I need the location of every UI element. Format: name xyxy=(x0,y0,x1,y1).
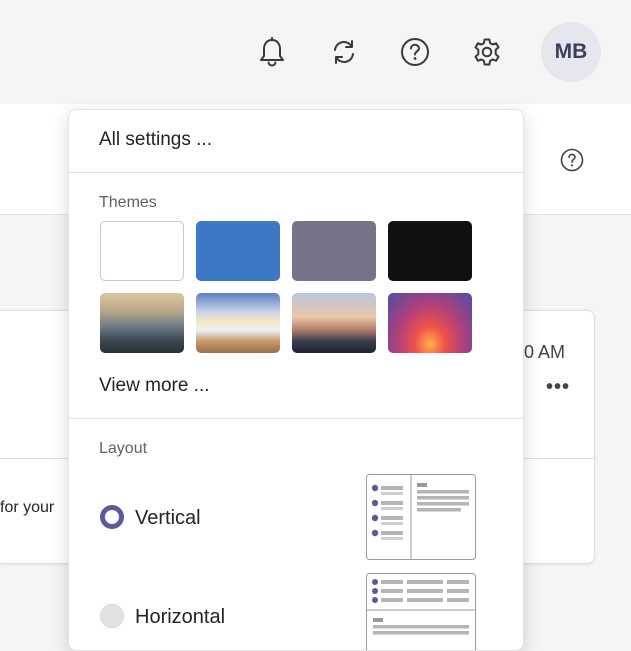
help-button[interactable] xyxy=(397,34,433,70)
sync-button[interactable] xyxy=(326,34,362,70)
avatar-initials: MB xyxy=(555,40,588,64)
layout-heading: Layout xyxy=(99,440,147,458)
theme-swatch-city[interactable] xyxy=(292,293,376,353)
message-time: 0 AM xyxy=(524,342,565,363)
theme-swatch-black[interactable] xyxy=(388,221,472,281)
bell-icon xyxy=(258,37,286,67)
layout-radio-horizontal[interactable] xyxy=(100,604,124,628)
theme-swatch-blue[interactable] xyxy=(196,221,280,281)
help-icon xyxy=(400,37,430,67)
layout-option-horizontal-label[interactable]: Horizontal xyxy=(135,606,225,629)
sync-icon xyxy=(330,38,358,66)
settings-button[interactable] xyxy=(469,34,505,70)
divider xyxy=(69,418,523,419)
message-snippet: for your xyxy=(0,499,54,517)
theme-swatch-white[interactable] xyxy=(100,221,184,281)
theme-swatch-mountains[interactable] xyxy=(100,293,184,353)
more-options-button[interactable]: ••• xyxy=(546,376,570,399)
divider xyxy=(69,172,523,173)
all-settings-link[interactable]: All settings ... xyxy=(99,129,212,151)
theme-swatch-beach[interactable] xyxy=(196,293,280,353)
themes-heading: Themes xyxy=(99,194,157,212)
notifications-button[interactable] xyxy=(254,34,290,70)
theme-swatch-gray[interactable] xyxy=(292,221,376,281)
top-bar: MB xyxy=(0,0,631,104)
horizontal-layout-preview[interactable] xyxy=(366,573,476,651)
layout-option-vertical-label[interactable]: Vertical xyxy=(135,507,201,530)
vertical-layout-preview[interactable] xyxy=(366,474,476,560)
theme-swatch-sunset[interactable] xyxy=(388,293,472,353)
avatar[interactable]: MB xyxy=(541,22,601,82)
settings-dropdown: All settings ... Themes View more ... La… xyxy=(68,109,524,651)
layout-radio-vertical[interactable] xyxy=(100,505,124,529)
background-help-button[interactable] xyxy=(560,148,584,172)
help-icon xyxy=(560,148,584,172)
view-more-themes-link[interactable]: View more ... xyxy=(99,375,210,397)
gear-icon xyxy=(472,37,502,67)
